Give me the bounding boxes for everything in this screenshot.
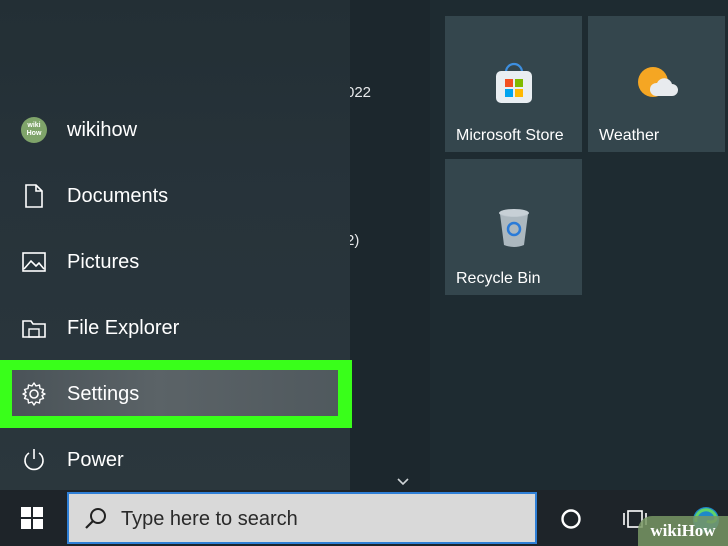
rail-item-power[interactable]: Power (0, 427, 350, 493)
rail-item-pictures[interactable]: Pictures (0, 229, 350, 295)
rail-label: Documents (67, 184, 169, 207)
user-avatar: wiki How (20, 116, 48, 144)
document-icon (20, 182, 48, 210)
avatar-text: wiki (27, 122, 41, 129)
folder-icon (20, 314, 48, 342)
rail-label: File Explorer (67, 316, 180, 339)
rail-item-settings[interactable]: Settings (0, 361, 350, 427)
rail-item-documents[interactable]: Documents (0, 163, 350, 229)
store-icon (495, 62, 532, 103)
tile-label: Weather (599, 127, 660, 144)
wikihow-watermark: wikiHow (638, 516, 728, 546)
taskbar: Type here to search wikiHow (0, 490, 728, 546)
start-button[interactable] (0, 490, 64, 546)
rail-label: Pictures (67, 250, 140, 273)
cortana-icon[interactable] (556, 504, 586, 534)
start-menu-rail: wiki How wikihow Documents Pictures File… (0, 0, 352, 493)
rail-item-file-explorer[interactable]: File Explorer (0, 295, 350, 361)
avatar-text: How (26, 130, 42, 137)
windows-logo-icon (21, 507, 43, 529)
rail-label: Power (67, 448, 124, 471)
rail-label: Settings (67, 382, 140, 405)
search-placeholder: Type here to search (121, 508, 298, 530)
rail-item-account[interactable]: wiki How wikihow (0, 97, 350, 163)
rail-label: wikihow (67, 118, 138, 141)
gear-icon (20, 380, 48, 408)
tiles-area: Microsoft Store Weather Recycle Bin (430, 0, 728, 490)
pictures-icon (20, 248, 48, 276)
power-icon (20, 446, 48, 474)
tile-label: Microsoft Store (456, 127, 564, 144)
tile-recycle-bin[interactable]: Recycle Bin (445, 159, 582, 295)
avatar: wiki How (21, 117, 47, 143)
tile-microsoft-store[interactable]: Microsoft Store (445, 16, 582, 152)
recycle-bin-icon (498, 209, 529, 247)
chevron-down-icon[interactable] (395, 476, 411, 488)
tile-weather[interactable]: Weather (588, 16, 725, 152)
tile-label: Recycle Bin (456, 270, 541, 287)
app-list-pane (350, 0, 430, 490)
search-input[interactable]: Type here to search (67, 492, 537, 544)
search-icon (85, 508, 106, 529)
weather-icon (637, 67, 678, 97)
